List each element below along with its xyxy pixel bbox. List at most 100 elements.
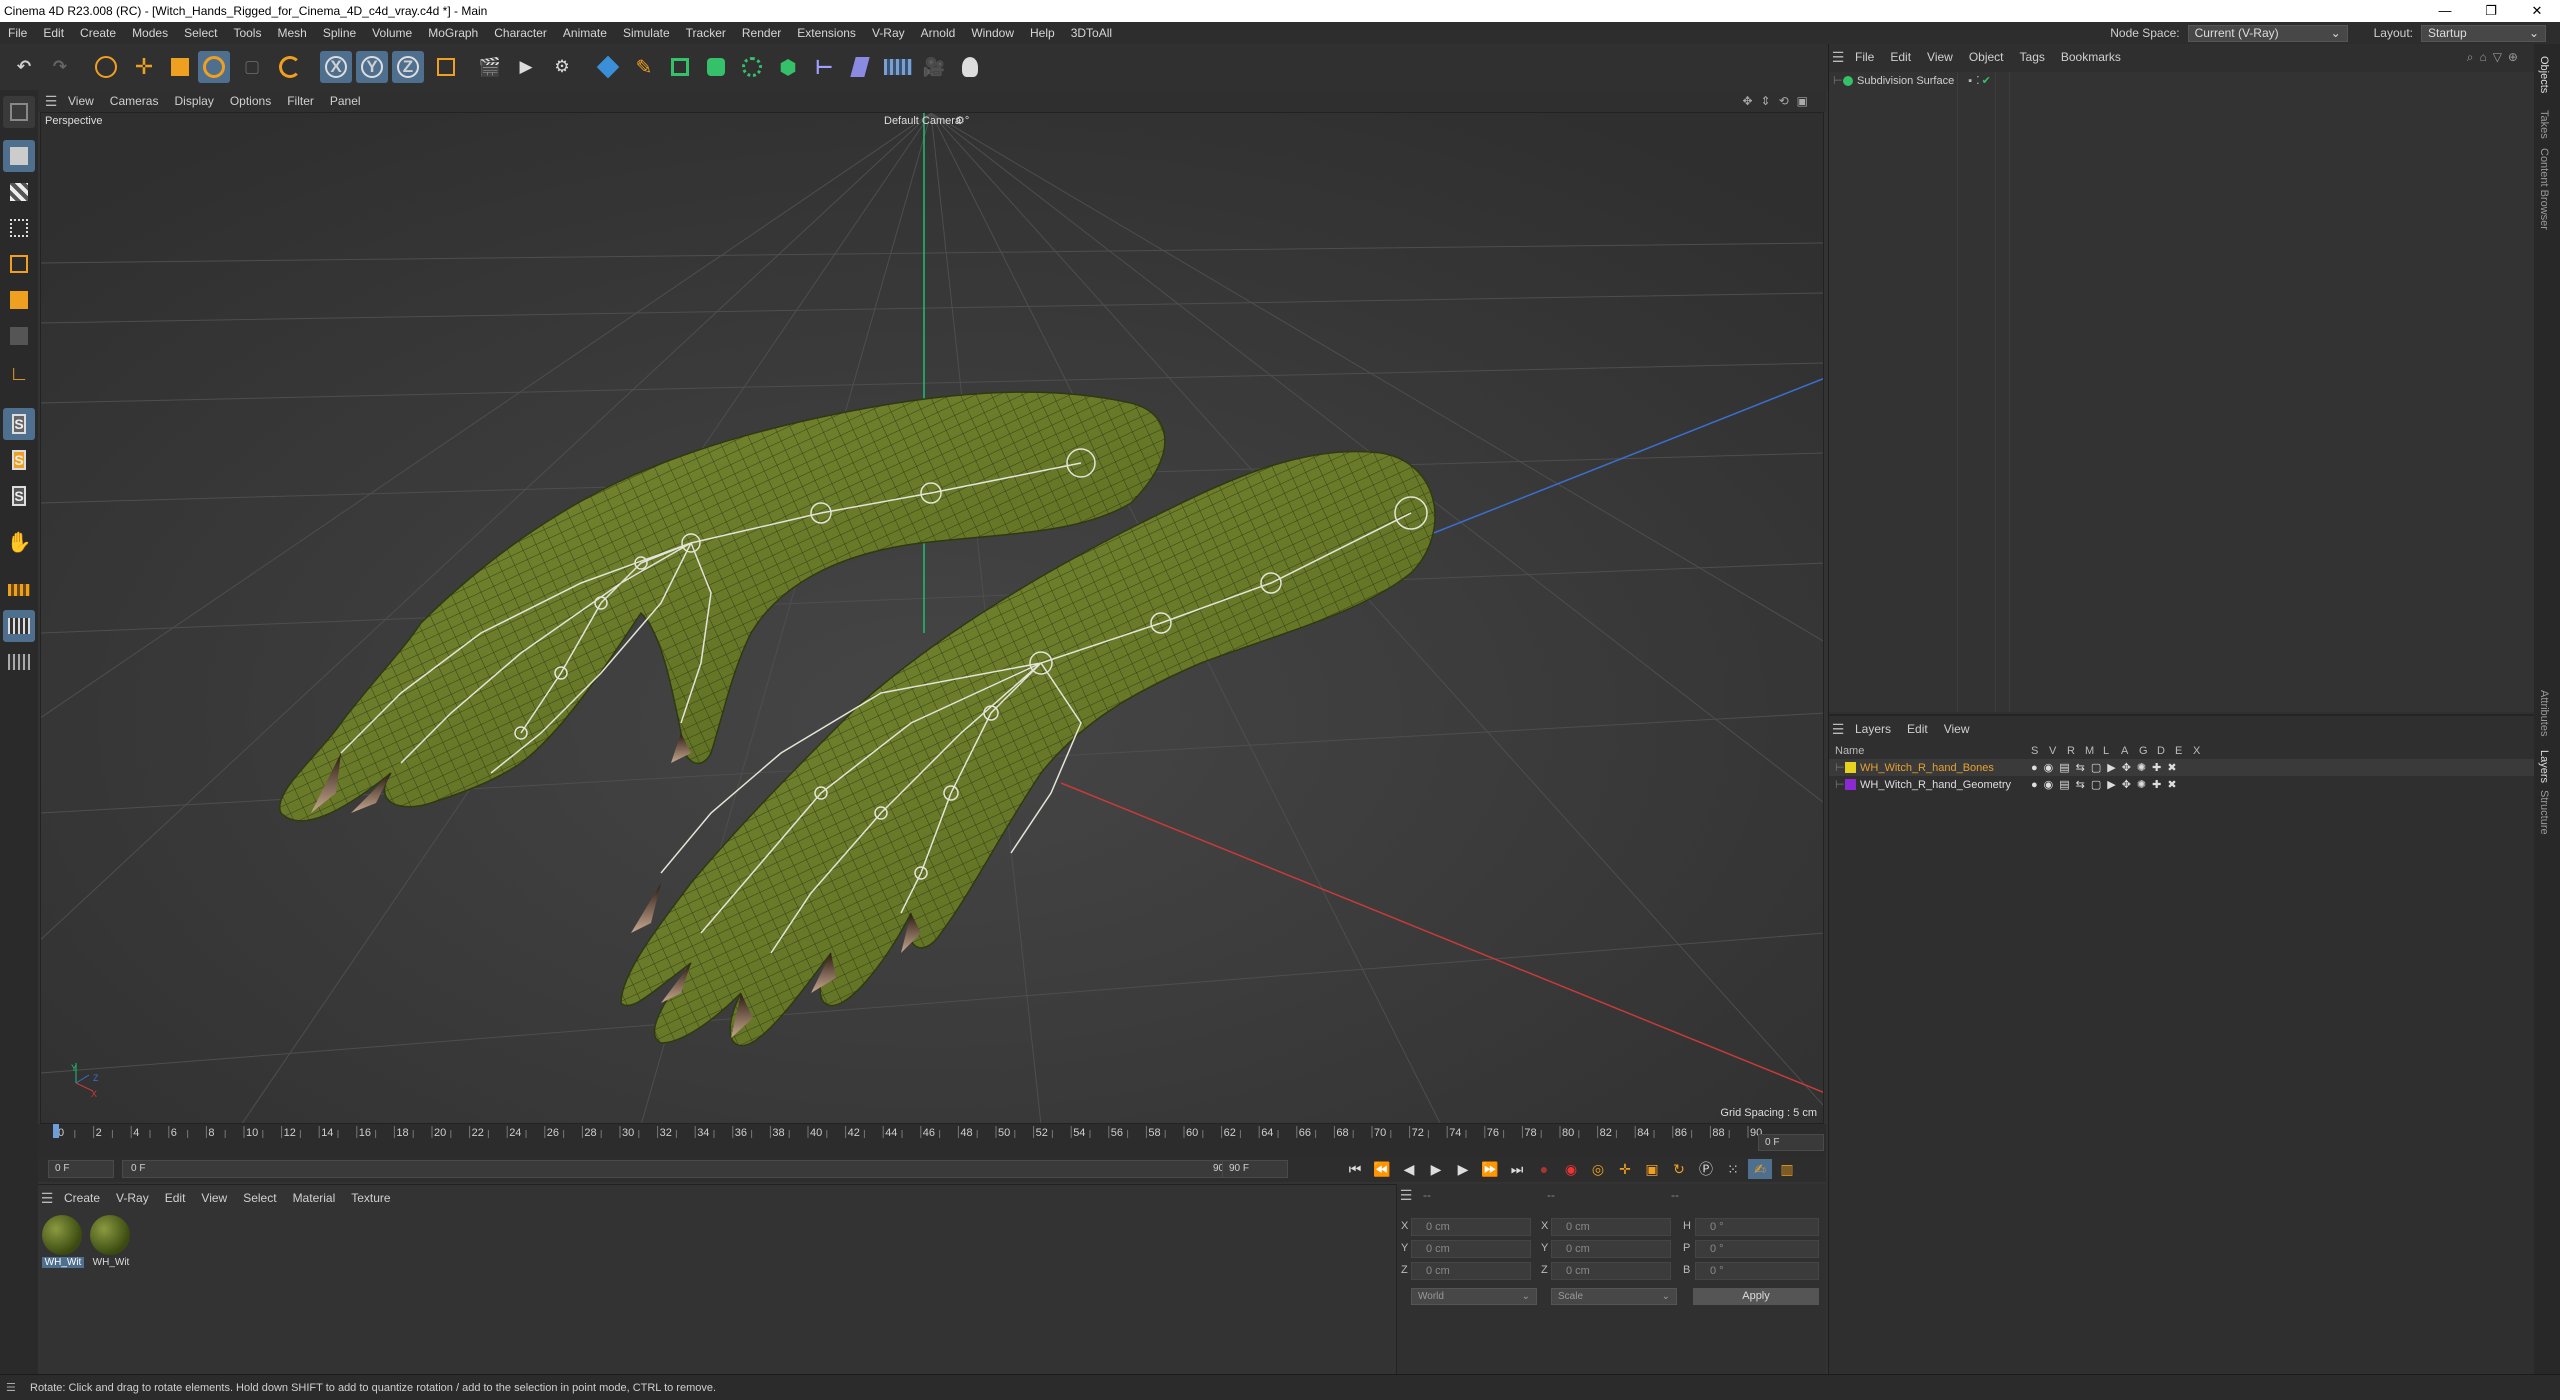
menu-modes[interactable]: Modes <box>124 26 176 40</box>
hamburger-icon[interactable]: ☰ <box>1829 721 1847 738</box>
objects-menu-bookmarks[interactable]: Bookmarks <box>2053 50 2129 64</box>
objects-menu-tags[interactable]: Tags <box>2012 50 2053 64</box>
model-mode-button[interactable] <box>3 140 35 172</box>
objects-menu-file[interactable]: File <box>1847 50 1882 64</box>
hamburger-icon[interactable]: ☰ <box>6 1381 16 1394</box>
timeline-ruler[interactable]: 0 2 4 6 8 10 12 14 16 18 20 22 24 26 28 30 32 34 36 38 40 42 4… <box>38 1124 1826 1156</box>
make-editable-button[interactable] <box>3 96 35 128</box>
field-button[interactable] <box>844 51 876 83</box>
layers-menu-edit[interactable]: Edit <box>1899 722 1936 736</box>
layer-row[interactable]: ⊢ WH_Witch_R_hand_Bones ●◉▤⇆▢▶✥✺✚✖ <box>1829 759 2535 776</box>
viewport-menu-options[interactable]: Options <box>222 94 279 108</box>
key-scale-icon[interactable]: ▣ <box>1640 1159 1664 1179</box>
polygons-mode-button[interactable] <box>3 284 35 316</box>
axis-mode-button[interactable]: ∟ <box>3 358 35 390</box>
menu-select[interactable]: Select <box>176 26 225 40</box>
x-axis-button[interactable]: X <box>320 51 352 83</box>
viewport-menu-filter[interactable]: Filter <box>279 94 322 108</box>
snap-button[interactable]: S <box>3 408 35 440</box>
size-z-field[interactable]: 0 cm <box>1551 1262 1671 1280</box>
layer-tag-icon[interactable]: ▪ <box>1968 75 1972 87</box>
key-pla-icon[interactable]: ⁙ <box>1721 1159 1745 1179</box>
material-swatch[interactable]: WH_Wit <box>90 1215 132 1268</box>
node-space-dropdown[interactable]: Current (V-Ray) ⌄ <box>2187 24 2348 42</box>
menu-simulate[interactable]: Simulate <box>615 26 678 40</box>
move-tool-button[interactable]: ✛ <box>128 51 160 83</box>
hamburger-icon[interactable]: ☰ <box>42 93 60 110</box>
tab-structure[interactable]: Structure <box>2534 784 2554 841</box>
cloner-button[interactable]: ⬢ <box>772 51 804 83</box>
timeline-window-icon[interactable]: ▥ <box>1775 1159 1799 1179</box>
layer-row[interactable]: ⊢ WH_Witch_R_hand_Geometry ●◉▤⇆▢▶✥✺✚✖ <box>1829 776 2535 793</box>
material-menu-view[interactable]: View <box>193 1191 235 1205</box>
menu-tracker[interactable]: Tracker <box>678 26 734 40</box>
object-row[interactable]: ⊢ Subdivision Surface ▪ ⁚ ✔ <box>1829 72 2535 89</box>
grid-button[interactable] <box>3 610 35 642</box>
material-menu-create[interactable]: Create <box>56 1191 108 1205</box>
uv-mode-button[interactable] <box>3 320 35 352</box>
menu-vray[interactable]: V-Ray <box>864 26 913 40</box>
material-menu-vray[interactable]: V-Ray <box>108 1191 157 1205</box>
magnet-button[interactable]: ✋ <box>3 526 35 558</box>
timeline-playhead[interactable] <box>53 1124 59 1138</box>
layers-menu-layers[interactable]: Layers <box>1847 722 1899 736</box>
menu-edit[interactable]: Edit <box>35 26 72 40</box>
objects-menu-object[interactable]: Object <box>1961 50 2012 64</box>
tab-content-browser[interactable]: Content Browser <box>2534 142 2554 236</box>
menu-window[interactable]: Window <box>963 26 1022 40</box>
redo-button[interactable]: ↷ <box>44 51 76 83</box>
viewport-menu-view[interactable]: View <box>60 94 102 108</box>
tab-objects[interactable]: Objects <box>2534 50 2554 99</box>
size-x-field[interactable]: 0 cm <box>1551 1218 1671 1236</box>
viewport-nav-icons[interactable]: ✥⇕⟲▣ <box>1742 94 1826 108</box>
render-region-button[interactable]: 🎬 <box>474 51 506 83</box>
maximize-button[interactable]: ❐ <box>2468 3 2514 19</box>
apply-button[interactable]: Apply <box>1693 1288 1819 1305</box>
deformer-button[interactable] <box>736 51 768 83</box>
menu-mograph[interactable]: MoGraph <box>420 26 486 40</box>
layers-menu-view[interactable]: View <box>1936 722 1978 736</box>
material-menu-material[interactable]: Material <box>285 1191 344 1205</box>
points-mode-button[interactable] <box>3 212 35 244</box>
prev-key-icon[interactable]: ⏪ <box>1370 1159 1394 1179</box>
motion-clip-icon[interactable]: ✍ <box>1748 1159 1772 1179</box>
minimize-button[interactable]: — <box>2422 3 2468 19</box>
prev-frame-icon[interactable]: ◀ <box>1397 1159 1421 1179</box>
menu-tools[interactable]: Tools <box>225 26 269 40</box>
position-z-field[interactable]: 0 cm <box>1411 1262 1531 1280</box>
objects-menu-view[interactable]: View <box>1919 50 1961 64</box>
light-button[interactable] <box>954 51 986 83</box>
recent-tool-button[interactable]: ▢ <box>236 51 268 83</box>
material-swatch[interactable]: WH_Wit <box>42 1215 84 1268</box>
material-menu-select[interactable]: Select <box>235 1191 284 1205</box>
autokey-icon[interactable]: ◉ <box>1559 1159 1583 1179</box>
menu-mesh[interactable]: Mesh <box>269 26 314 40</box>
visibility-dots-icon[interactable]: ⁚ <box>1976 74 1980 87</box>
tab-takes[interactable]: Takes <box>2534 104 2554 145</box>
hamburger-icon[interactable]: ☰ <box>38 1190 56 1207</box>
menu-arnold[interactable]: Arnold <box>913 26 964 40</box>
hamburger-icon[interactable]: ☰ <box>1397 1187 1415 1204</box>
subdivision-button[interactable] <box>664 51 696 83</box>
coord-mode-dropdown[interactable]: Scale ⌄ <box>1551 1288 1677 1305</box>
workplane-button[interactable] <box>3 574 35 606</box>
scale-tool-button[interactable] <box>164 51 196 83</box>
menu-character[interactable]: Character <box>486 26 555 40</box>
viewport-menu-display[interactable]: Display <box>166 94 221 108</box>
record-icon[interactable]: ● <box>1532 1159 1556 1179</box>
menu-volume[interactable]: Volume <box>364 26 420 40</box>
frame-range-slider[interactable]: 0 F 90 F <box>122 1160 1240 1178</box>
extrude-button[interactable] <box>700 51 732 83</box>
render-settings-button[interactable]: ⚙ <box>546 51 578 83</box>
key-position-icon[interactable]: ✛ <box>1613 1159 1637 1179</box>
hamburger-icon[interactable]: ☰ <box>1829 49 1847 66</box>
play-icon[interactable]: ▶ <box>1424 1159 1448 1179</box>
current-frame-field[interactable]: 0 F <box>1758 1134 1824 1151</box>
texture-mode-button[interactable] <box>3 176 35 208</box>
layout-dropdown[interactable]: Startup ⌄ <box>2421 24 2546 42</box>
rotate-tool-button[interactable] <box>198 51 230 83</box>
viewport-menu-panel[interactable]: Panel <box>322 94 369 108</box>
coord-system-dropdown[interactable]: World ⌄ <box>1411 1288 1537 1305</box>
material-menu-texture[interactable]: Texture <box>343 1191 398 1205</box>
undo-button[interactable]: ↶ <box>8 51 40 83</box>
